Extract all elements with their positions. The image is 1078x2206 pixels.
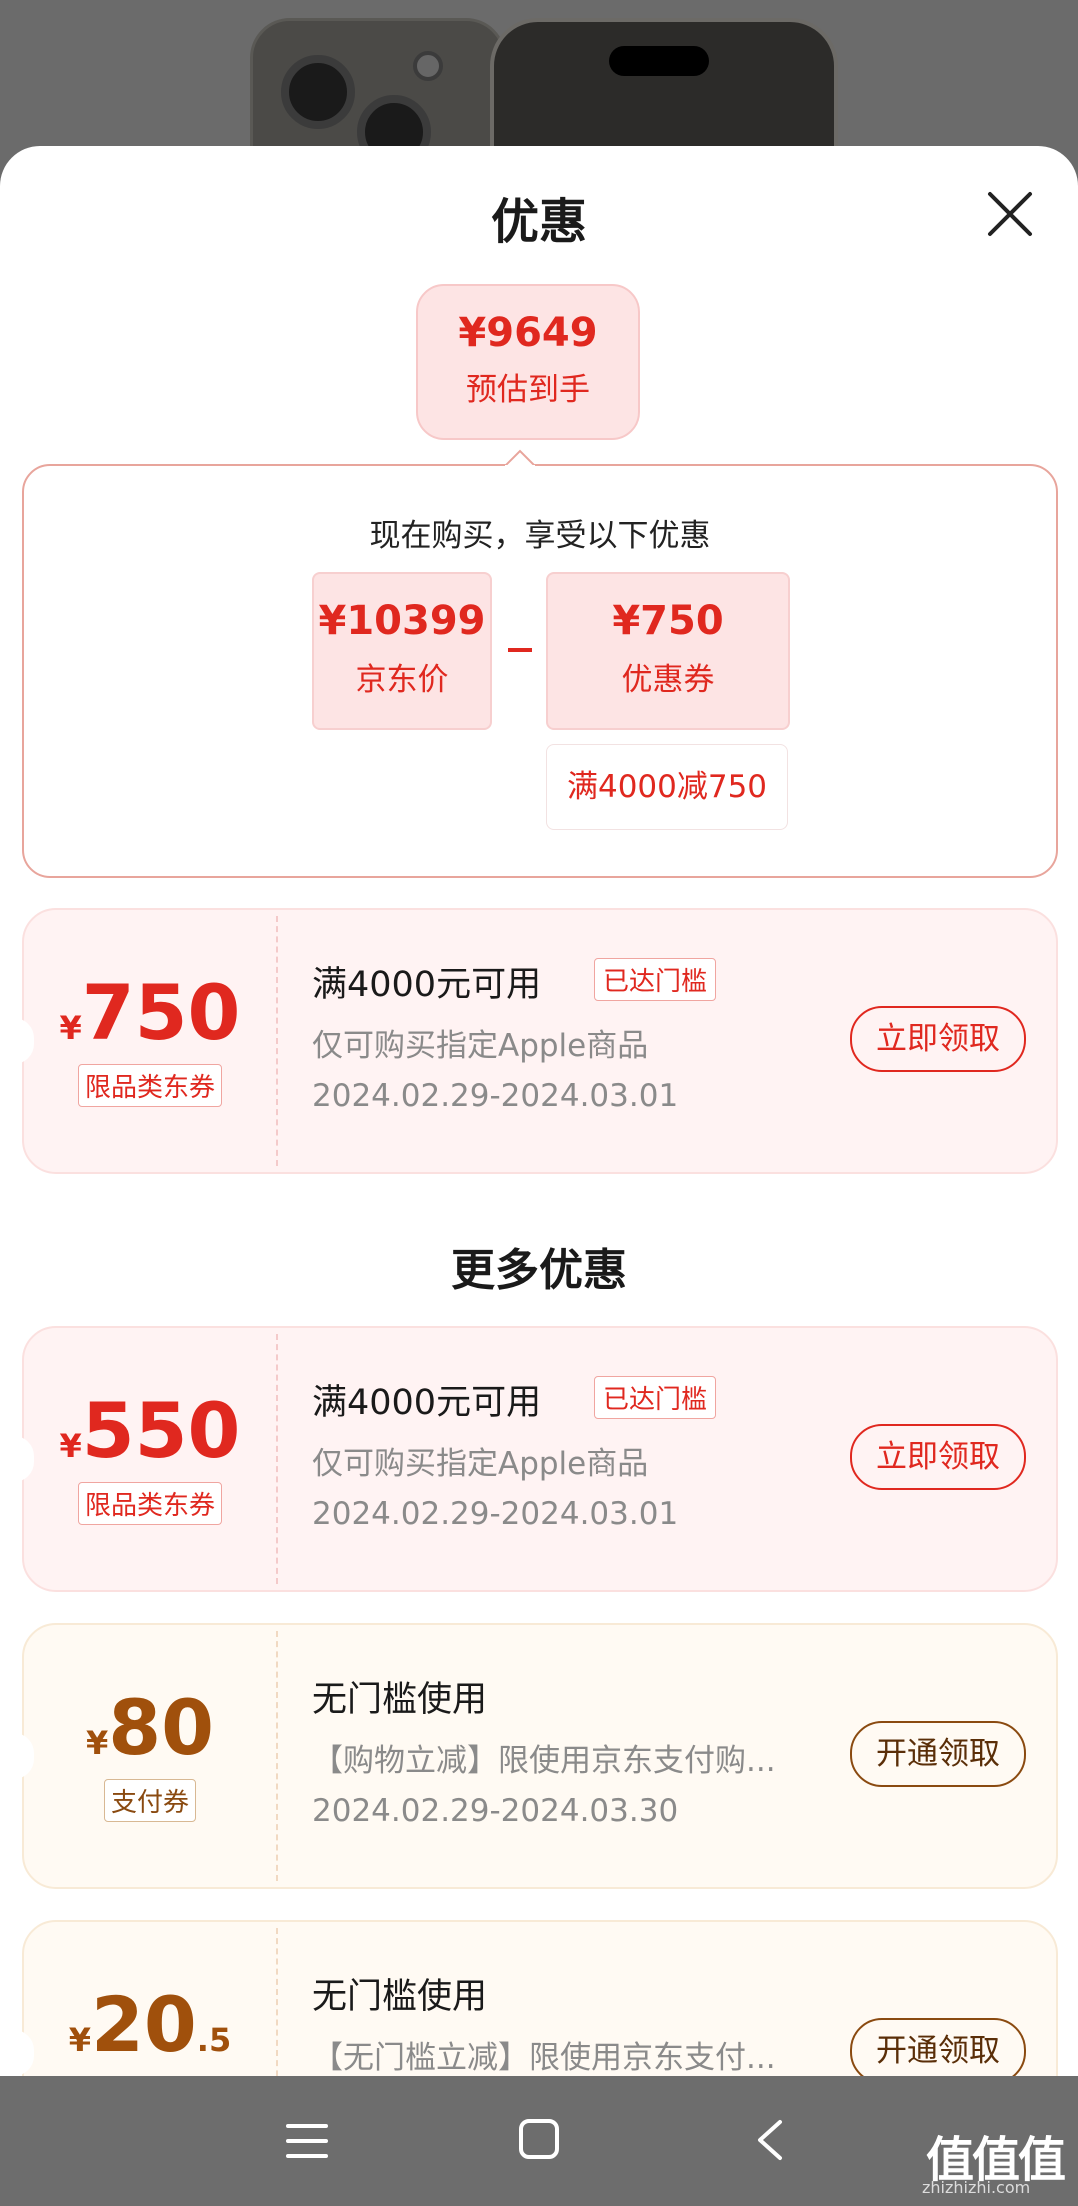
coupon-amount: ¥80 — [85, 1683, 215, 1772]
coupon-amount: ¥550 — [59, 1386, 241, 1475]
price-breakdown: 现在购买，享受以下优惠 ¥10399 京东价 ¥750 优惠券 满4000减75… — [22, 464, 1058, 878]
coupon-desc: 仅可购买指定Apple商品 — [312, 1028, 649, 1064]
threshold-reached-tag: 已达门槛 — [594, 958, 717, 1001]
coupon-price-box: ¥750 优惠券 — [546, 572, 790, 730]
close-icon[interactable] — [986, 190, 1034, 238]
back-icon[interactable] — [756, 2118, 784, 2162]
estimated-price-badge: ¥9649 预估到手 — [416, 284, 640, 440]
coupon-desc: 仅可购买指定Apple商品 — [312, 1446, 649, 1482]
coupon-desc: 【购物立减】限使用京东支付购... — [312, 1743, 776, 1779]
coupon-amount: ¥20.5 — [68, 1980, 232, 2069]
jd-price-box: ¥10399 京东价 — [312, 572, 492, 730]
coupon-title: 满4000元可用 — [312, 1383, 542, 1423]
minus-icon — [508, 648, 532, 652]
coupon-title: 无门槛使用 — [312, 1977, 488, 2017]
pointer-notch — [505, 449, 535, 476]
jd-price-label: 京东价 — [355, 662, 449, 698]
coupon-date: 2024.02.29-2024.03.01 — [312, 1078, 679, 1114]
coupon-amount: ¥750 — [59, 968, 241, 1057]
jd-price-value: ¥10399 — [318, 598, 486, 644]
estimated-price-label: 预估到手 — [466, 372, 590, 408]
threshold-reached-tag: 已达门槛 — [594, 1376, 717, 1419]
coupon-type-badge: 限品类东券 — [77, 1482, 222, 1525]
more-offers-title: 更多优惠 — [451, 1245, 627, 1296]
coupon-value: ¥750 — [612, 598, 724, 644]
activate-claim-button[interactable]: 开通领取 — [850, 1721, 1026, 1787]
coupon-label: 优惠券 — [621, 662, 715, 698]
claim-button[interactable]: 立即领取 — [850, 1424, 1026, 1490]
sheet-title: 优惠 — [490, 194, 587, 250]
coupon-card: ¥550 限品类东券 满4000元可用 已达门槛 仅可购买指定Apple商品 2… — [14, 1326, 1058, 1592]
coupon-condition: 满4000减750 — [546, 744, 788, 830]
coupon-card: ¥20.5 无门槛使用 【无门槛立减】限使用京东支付... 开通领取 — [14, 1920, 1058, 2076]
estimated-price: ¥9649 — [458, 310, 598, 356]
breakdown-title: 现在购买，享受以下优惠 — [369, 518, 711, 554]
activate-claim-button[interactable]: 开通领取 — [850, 2018, 1026, 2076]
coupon-card: ¥80 支付券 无门槛使用 【购物立减】限使用京东支付购... 2024.02.… — [14, 1623, 1058, 1889]
system-nav-bar — [0, 2076, 1078, 2206]
coupon-title: 满4000元可用 — [312, 965, 542, 1005]
coupon-card: ¥750 限品类东券 满4000元可用 已达门槛 仅可购买指定Apple商品 2… — [14, 908, 1058, 1174]
recent-apps-icon[interactable] — [286, 2122, 328, 2160]
home-icon[interactable] — [518, 2118, 560, 2160]
claim-button[interactable]: 立即领取 — [850, 1006, 1026, 1072]
coupon-date: 2024.02.29-2024.03.01 — [312, 1496, 679, 1532]
coupon-type-badge: 支付券 — [103, 1779, 196, 1822]
watermark-url: zhizhizhi.com — [922, 2178, 1031, 2197]
coupon-title: 无门槛使用 — [312, 1680, 488, 1720]
coupon-desc: 【无门槛立减】限使用京东支付... — [312, 2040, 776, 2076]
coupon-type-badge: 限品类东券 — [77, 1064, 222, 1107]
coupon-date: 2024.02.29-2024.03.30 — [312, 1793, 679, 1829]
discount-sheet: 优惠 ¥9649 预估到手 现在购买，享受以下优惠 ¥10399 京东价 ¥75… — [0, 146, 1078, 2076]
